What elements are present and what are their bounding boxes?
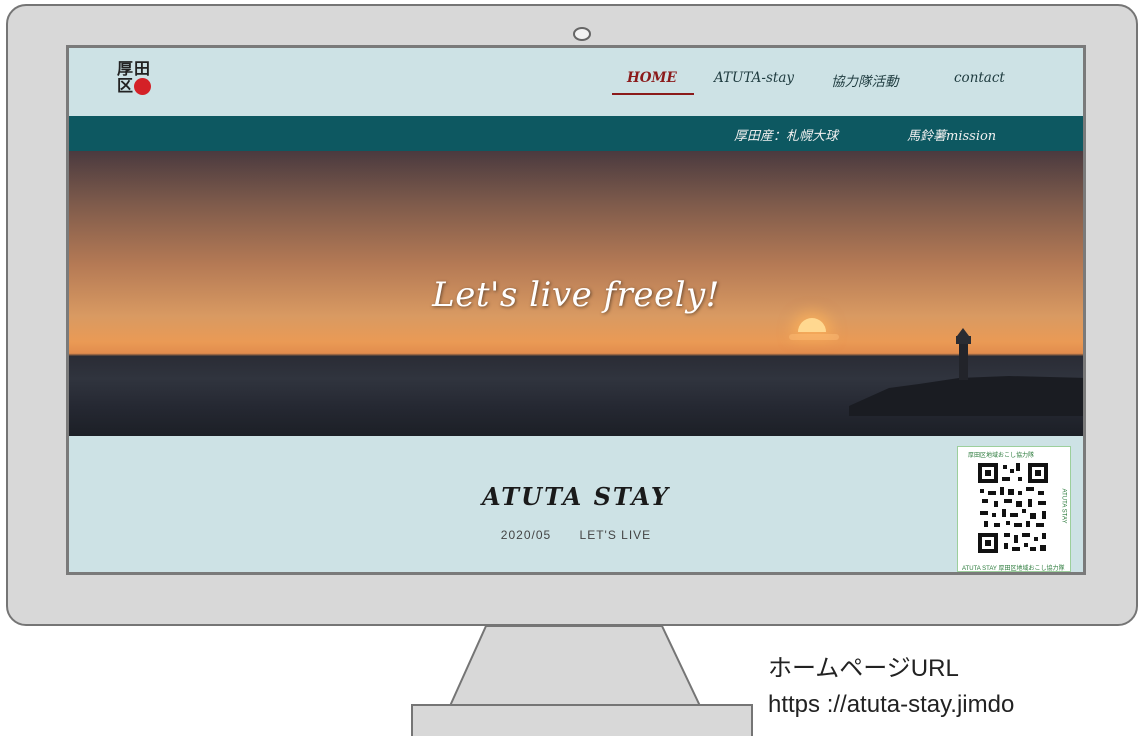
section-date: 2020/05: [500, 528, 552, 542]
caption-label: ホームページURL: [768, 655, 959, 682]
hero-title: Let's live freely!: [432, 275, 720, 315]
nav-active-underline: [612, 93, 694, 95]
section-title: ATUTA STAY: [481, 482, 671, 511]
sub-navigation: 厚田産：札幌大球 馬鈴薯mission: [69, 116, 1083, 151]
qr-pattern: [978, 463, 1048, 553]
nav-activities[interactable]: 協力隊活動: [831, 70, 899, 90]
logo-char: 区: [117, 76, 134, 95]
section-tagline: LET'S LIVE: [579, 528, 652, 542]
nav-contact[interactable]: contact: [954, 70, 1005, 86]
intro-section: ATUTA STAY 2020/05 LET'S LIVE 厚田区地域おこし協力…: [69, 436, 1083, 572]
subnav-item-sapporo[interactable]: 厚田産：札幌大球: [734, 125, 838, 144]
qr-code[interactable]: 厚田区地域おこし協力隊 ATUTA STAY 厚田区地域おこし協力隊 ATUTA…: [957, 446, 1071, 572]
site-header: 厚 田 区 HOME ATUTA-stay 協力隊活動 contact: [69, 48, 1083, 116]
logo-char: 厚: [117, 59, 134, 78]
logo-red-dot: [134, 78, 151, 95]
caption-url: https ://atuta-stay.jimdo: [768, 691, 1015, 718]
site-logo[interactable]: 厚 田 区: [117, 60, 163, 100]
sun-reflection: [789, 334, 839, 340]
sunset-sun: [798, 318, 826, 332]
subnav-item-potato[interactable]: 馬鈴薯mission: [907, 125, 996, 144]
nav-atuta-stay[interactable]: ATUTA-stay: [714, 70, 794, 86]
nav-home[interactable]: HOME: [627, 70, 677, 86]
hero-banner: Let's live freely!: [69, 151, 1083, 436]
website-screen: 厚 田 区 HOME ATUTA-stay 協力隊活動 contact 厚田産：…: [66, 45, 1086, 575]
camera-icon: [573, 27, 591, 41]
logo-char: 田: [134, 59, 151, 78]
section-subtitle: 2020/05 LET'S LIVE: [69, 528, 1083, 542]
lighthouse-silhouette: [849, 328, 1083, 416]
